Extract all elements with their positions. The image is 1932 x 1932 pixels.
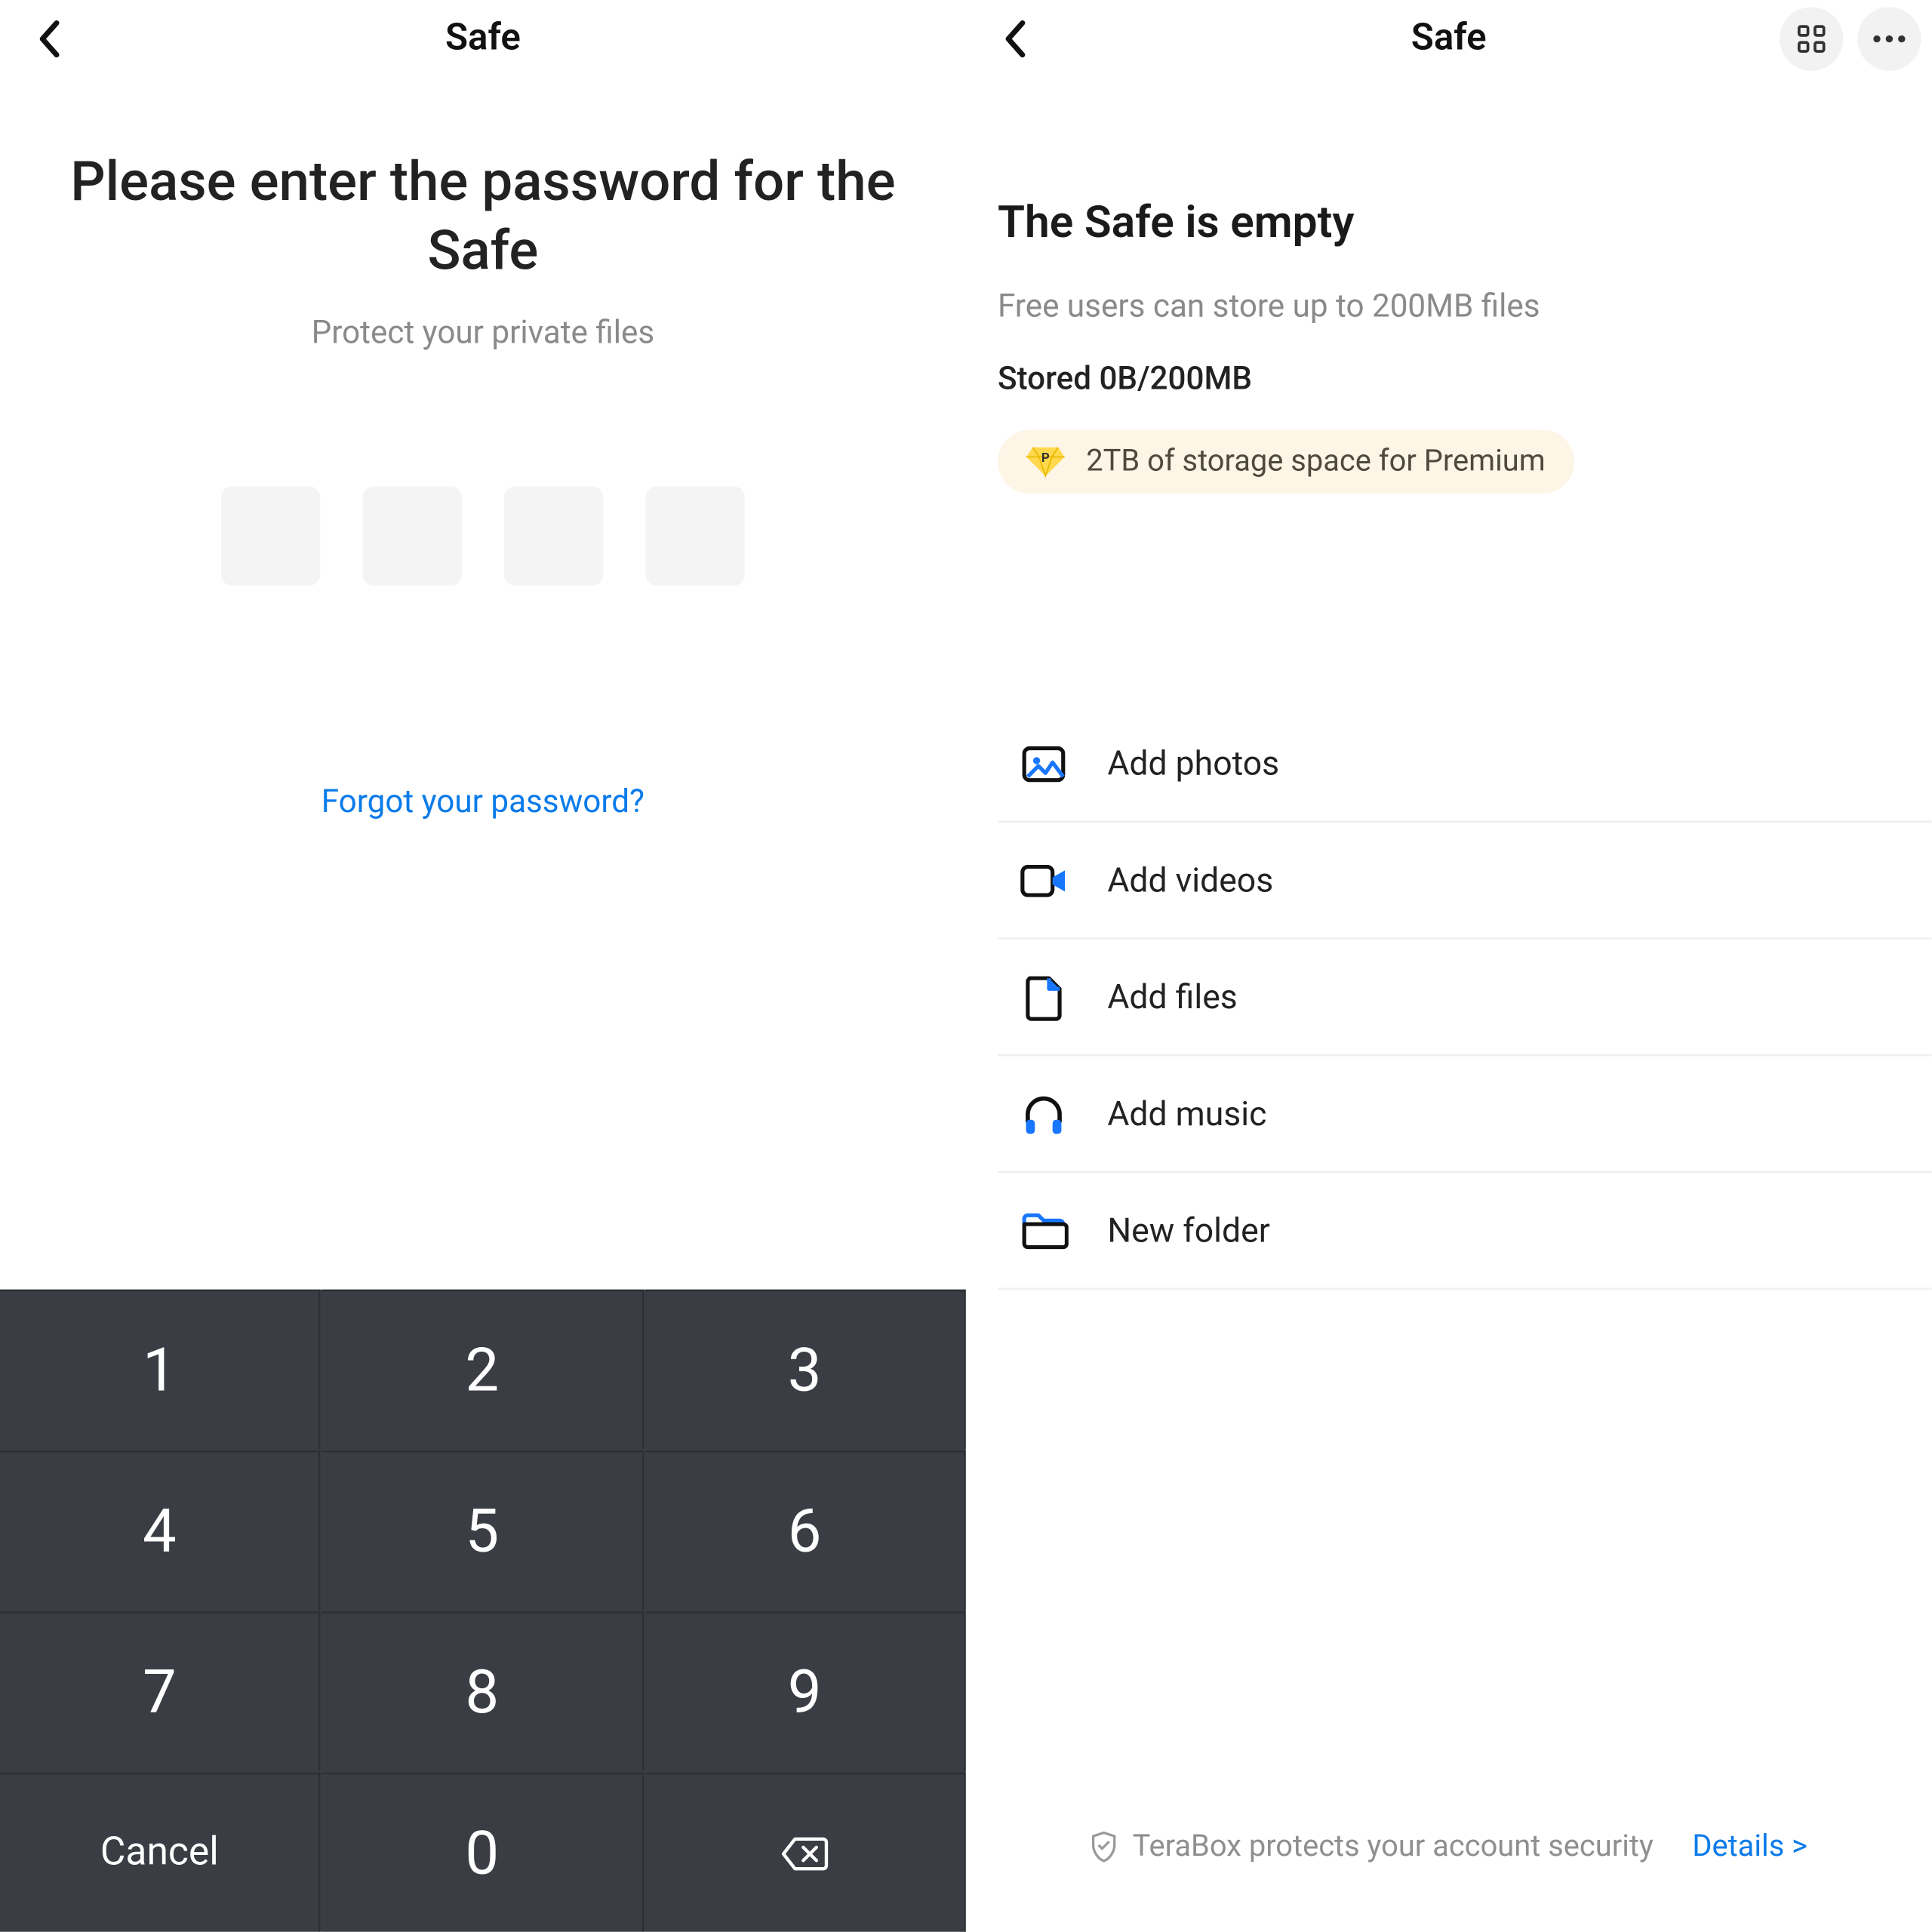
pin-box-4[interactable] [646,485,745,584]
premium-diamond-icon: P [1026,446,1066,478]
premium-upgrade-pill[interactable]: P 2TB of storage space for Premium [998,430,1574,494]
add-videos-label: Add videos [1107,860,1273,900]
safe-empty-screen: Safe [966,0,1932,1932]
appbar-right: Safe [966,0,1932,78]
pin-box-2[interactable] [363,485,462,584]
chevron-left-icon [1003,20,1028,59]
chevron-left-icon [37,20,62,59]
storage-used-label: Stored 0B/200MB [998,361,1932,398]
appbar-title: Safe [1411,17,1487,60]
files-icon [1019,972,1069,1022]
folder-icon [1019,1205,1069,1255]
add-music-label: Add music [1107,1094,1266,1134]
keypad-backspace[interactable] [645,1773,966,1932]
add-files-label: Add files [1107,977,1237,1017]
empty-title: The Safe is empty [998,198,1932,250]
appbar-title: Safe [445,17,521,60]
keypad-9[interactable]: 9 [645,1611,966,1770]
security-details-link[interactable]: Details > [1692,1829,1807,1865]
keypad-2[interactable]: 2 [322,1290,643,1449]
keypad-8[interactable]: 8 [322,1611,643,1770]
videos-icon [1019,855,1069,905]
svg-text:P: P [1041,451,1050,466]
keypad-4[interactable]: 4 [0,1451,321,1610]
password-prompt-area: Please enter the password for the Safe P… [0,78,966,820]
add-videos-row[interactable]: Add videos [998,823,1932,940]
appbar-actions [1780,7,1921,70]
music-icon [1019,1089,1069,1139]
back-button[interactable] [25,14,75,64]
add-actions-list: Add photos Add videos [998,706,1932,1290]
safe-empty-body: The Safe is empty Free users can store u… [966,78,1932,1290]
prompt-subtitle: Protect your private files [0,314,966,351]
keypad-3[interactable]: 3 [645,1290,966,1449]
add-music-row[interactable]: Add music [998,1056,1932,1173]
keypad-5[interactable]: 5 [322,1451,643,1610]
empty-subtitle: Free users can store up to 200MB files [998,288,1932,325]
more-button[interactable] [1857,7,1921,70]
security-footer: TeraBox protects your account security D… [966,1829,1932,1865]
back-button[interactable] [991,14,1041,64]
add-files-row[interactable]: Add files [998,940,1932,1057]
keypad-7[interactable]: 7 [0,1611,321,1770]
keypad-1[interactable]: 1 [0,1290,321,1449]
grid-view-button[interactable] [1780,7,1843,70]
keypad-cancel[interactable]: Cancel [0,1773,321,1932]
shield-icon [1090,1831,1118,1863]
pin-box-1[interactable] [221,485,320,584]
grid-icon [1798,25,1826,54]
security-footer-label: TeraBox protects your account security [1133,1829,1654,1865]
keypad-6[interactable]: 6 [645,1451,966,1610]
security-footer-text: TeraBox protects your account security [1090,1829,1653,1865]
pin-box-3[interactable] [504,485,603,584]
prompt-title: Please enter the password for the Safe [0,149,966,286]
new-folder-row[interactable]: New folder [998,1173,1932,1290]
keypad-0[interactable]: 0 [322,1773,643,1932]
photos-icon [1019,739,1069,789]
more-horizontal-icon [1873,35,1905,42]
forgot-password-link[interactable]: Forgot your password? [0,783,966,820]
appbar-left: Safe [0,0,966,78]
add-photos-row[interactable]: Add photos [998,706,1932,823]
safe-password-screen: Safe Please enter the password for the S… [0,0,966,1932]
backspace-icon [780,1834,829,1873]
pin-input-group [0,485,966,584]
premium-pill-label: 2TB of storage space for Premium [1086,444,1545,479]
new-folder-label: New folder [1107,1210,1269,1251]
add-photos-label: Add photos [1107,743,1279,783]
numeric-keypad: 1 2 3 4 5 6 7 8 9 Cancel 0 [0,1290,966,1932]
